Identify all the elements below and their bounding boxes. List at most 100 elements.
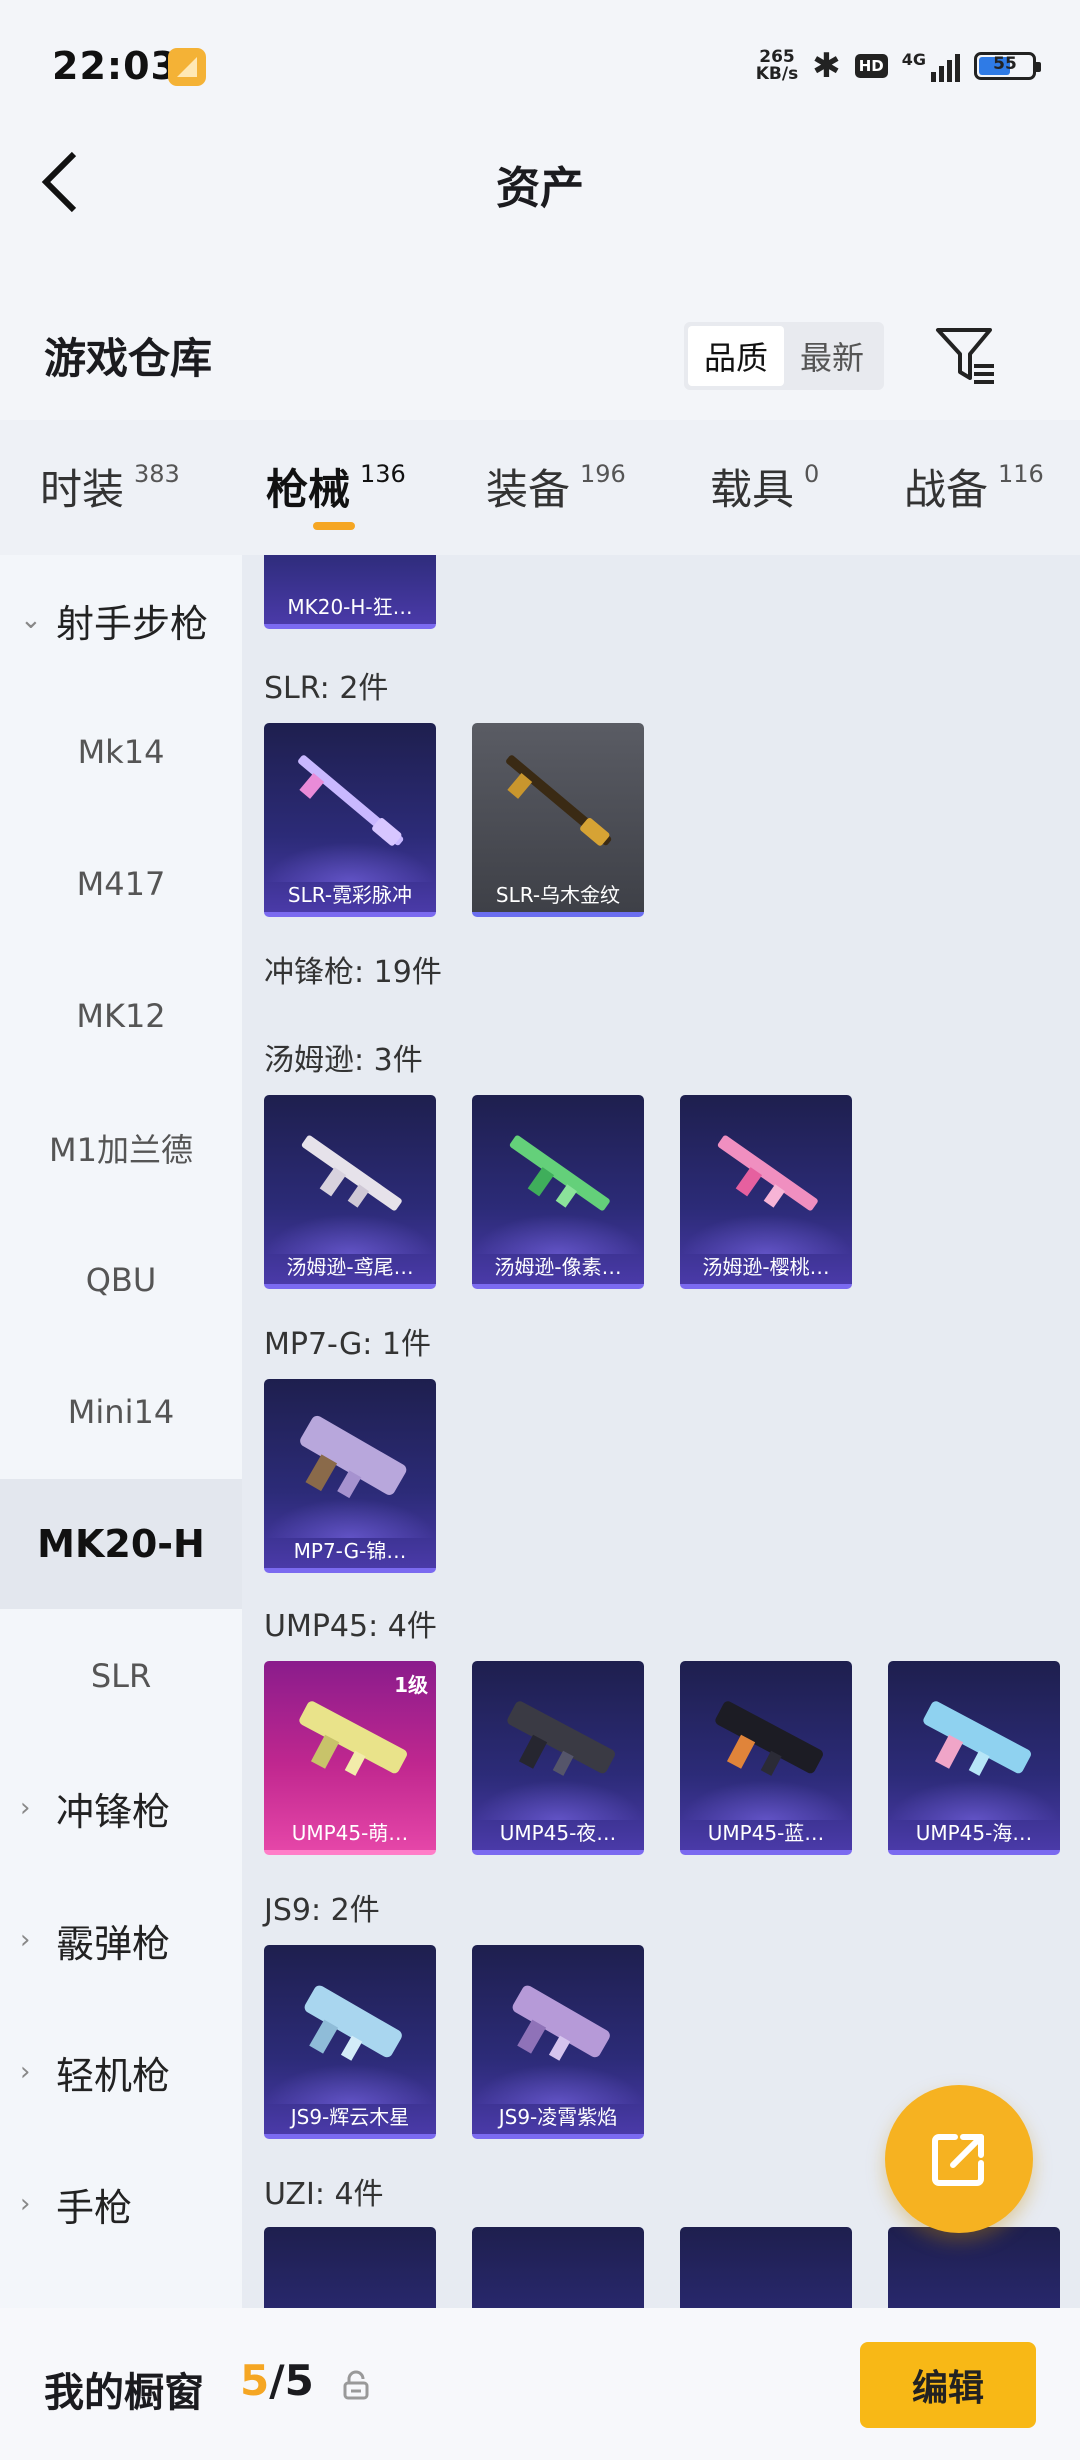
chevron-right-icon: ›	[20, 2189, 31, 2219]
rifle-icon	[298, 755, 404, 846]
sidebar-item-qbu[interactable]: QBU	[0, 1215, 242, 1345]
status-bar: 22:03 265 KB/s ✱ HD 4G 55	[0, 0, 1080, 140]
status-time: 22:03	[52, 44, 178, 88]
weapon-card-name: UMP45-夜…	[499, 1821, 617, 1845]
section-label-uzi: UZI: 4件	[264, 2177, 384, 2212]
sidebar-group-shotgun[interactable]: › 霰弹枪	[0, 1875, 242, 2005]
smg-icon	[512, 1985, 610, 2061]
smg-icon	[299, 1701, 407, 1776]
section-label-js9: JS9: 2件	[264, 1893, 380, 1928]
weapon-card[interactable]: JS9-凌霄紫焰	[472, 1945, 644, 2139]
smg-icon	[507, 1701, 615, 1776]
tab-firearms[interactable]: 枪械 136	[266, 456, 406, 517]
weapon-card-name: UMP45-萌…	[291, 1821, 409, 1845]
weapon-sidebar: ⌄ 射手步枪 Mk14 M417 MK12 M1加兰德 QBU Mini14 MK…	[0, 555, 242, 2310]
weapon-card[interactable]: UMP45-蓝…	[680, 1661, 852, 1855]
weapon-card[interactable]: 汤姆逊-像素…	[472, 1095, 644, 1289]
edit-button[interactable]: 编辑	[860, 2342, 1036, 2428]
sort-newest-button[interactable]: 最新	[784, 326, 880, 386]
signal-icon: 4G	[902, 50, 960, 82]
section-label-smg: 冲锋枪: 19件	[264, 955, 442, 990]
weapon-card-name: JS9-凌霄紫焰	[498, 2105, 618, 2129]
lock-icon	[343, 2370, 369, 2400]
weapon-card[interactable]	[680, 2227, 852, 2310]
chevron-right-icon: ›	[20, 1925, 31, 1955]
sidebar-item-mk14[interactable]: Mk14	[0, 687, 242, 817]
page-title: 资产	[496, 163, 584, 214]
smg-icon	[301, 1135, 402, 1211]
sidebar-item-mini14[interactable]: Mini14	[0, 1347, 242, 1477]
filter-button[interactable]	[932, 322, 1000, 390]
smg-icon	[717, 1135, 818, 1211]
hd-badge: HD	[854, 54, 888, 78]
sidebar-item-m1garand[interactable]: M1加兰德	[0, 1083, 242, 1213]
weapon-card[interactable]: UMP45-夜…	[472, 1661, 644, 1855]
sidebar-item-mk20h[interactable]: MK20-H	[0, 1479, 242, 1609]
sidebar-group-pistol[interactable]: › 手枪	[0, 2139, 242, 2269]
weapon-card[interactable]	[472, 2227, 644, 2310]
weapon-card[interactable]: 1级 UMP45-萌…	[264, 1661, 436, 1855]
tab-vehicles[interactable]: 载具 0	[710, 456, 819, 517]
section-label-slr: SLR: 2件	[264, 671, 389, 706]
weapon-card[interactable]	[888, 2227, 1060, 2310]
chevron-down-icon: ⌄	[20, 605, 42, 635]
sidebar-item-m417[interactable]: M417	[0, 819, 242, 949]
showcase-count: 5/5	[240, 2356, 314, 2405]
section-label-ump45: UMP45: 4件	[264, 1609, 437, 1644]
top-nav: 资产	[0, 130, 1080, 240]
notification-app-icon	[168, 48, 206, 86]
share-export-icon	[932, 2134, 984, 2186]
weapon-card[interactable]: UMP45-海…	[888, 1661, 1060, 1855]
sort-quality-button[interactable]: 品质	[688, 326, 784, 386]
rifle-icon	[506, 755, 612, 846]
weapon-card[interactable]: SLR-乌木金纹	[472, 723, 644, 917]
sidebar-item-slr[interactable]: SLR	[0, 1611, 242, 1741]
weapon-card-name: UMP45-蓝…	[707, 1821, 825, 1845]
weapon-card-name: JS9-辉云木星	[290, 2105, 410, 2129]
weapon-card[interactable]: JS9-辉云木星	[264, 1945, 436, 2139]
weapon-card-name: SLR-乌木金纹	[495, 883, 621, 907]
weapon-card-name: MK20-H-狂…	[287, 595, 413, 619]
sort-toggle: 品质 最新	[684, 322, 884, 390]
weapon-card[interactable]	[264, 2227, 436, 2310]
filter-icon	[936, 328, 994, 384]
smg-icon	[304, 1985, 402, 2061]
weapon-card-name: SLR-霓彩脉冲	[287, 883, 413, 907]
weapon-card[interactable]: SLR-霓彩脉冲	[264, 723, 436, 917]
weapon-list: MK20-H-狂… SLR: 2件 SLR-霓彩脉冲 SLR-乌木金纹 冲锋枪:…	[242, 555, 1080, 2310]
weapon-card[interactable]: MK20-H-狂…	[264, 555, 436, 629]
warehouse-title: 游戏仓库	[44, 334, 213, 383]
share-button[interactable]	[885, 2085, 1033, 2233]
weapon-card-name: 汤姆逊-鸢尾…	[286, 1255, 414, 1279]
weapon-card-name: 汤姆逊-樱桃…	[702, 1255, 830, 1279]
smg-icon	[923, 1701, 1031, 1776]
smg-icon	[509, 1135, 610, 1211]
weapon-card-name: UMP45-海…	[915, 1821, 1033, 1845]
weapon-card[interactable]: 汤姆逊-鸢尾…	[264, 1095, 436, 1289]
section-label-mp7: MP7-G: 1件	[264, 1327, 431, 1362]
network-speed: 265 KB/s	[755, 47, 799, 84]
sidebar-group-lmg[interactable]: › 轻机枪	[0, 2007, 242, 2137]
weapon-card-name: MP7-G-锦…	[293, 1539, 407, 1563]
weapon-card[interactable]: MP7-G-锦…	[264, 1379, 436, 1573]
battery-icon: 55	[974, 52, 1041, 80]
tab-supplies[interactable]: 战备 116	[904, 456, 1044, 517]
sidebar-item-mk12[interactable]: MK12	[0, 951, 242, 1081]
tab-fashion[interactable]: 时装 383	[40, 456, 180, 517]
chevron-right-icon: ›	[20, 2057, 31, 2087]
weapon-card[interactable]: 汤姆逊-樱桃…	[680, 1095, 852, 1289]
smg-icon	[300, 1415, 407, 1499]
sidebar-group-marksman[interactable]: ⌄ 射手步枪	[0, 555, 242, 685]
chevron-right-icon: ›	[20, 1793, 31, 1823]
status-icons: 265 KB/s ✱ HD 4G 55	[755, 46, 1041, 86]
sidebar-group-smg[interactable]: › 冲锋枪	[0, 1743, 242, 1873]
showcase-label: 我的橱窗	[44, 2370, 204, 2416]
active-tab-indicator	[313, 522, 355, 530]
section-label-thompson: 汤姆逊: 3件	[264, 1043, 423, 1078]
showcase-bar: 我的橱窗 5/5 编辑	[0, 2308, 1080, 2460]
weapon-card-name: 汤姆逊-像素…	[494, 1255, 622, 1279]
tab-equipment[interactable]: 装备 196	[486, 456, 626, 517]
smg-icon	[715, 1701, 823, 1776]
bluetooth-icon: ✱	[812, 46, 841, 86]
category-tabs: 时装 383 枪械 136 装备 196 载具 0 战备 116	[0, 420, 1080, 555]
